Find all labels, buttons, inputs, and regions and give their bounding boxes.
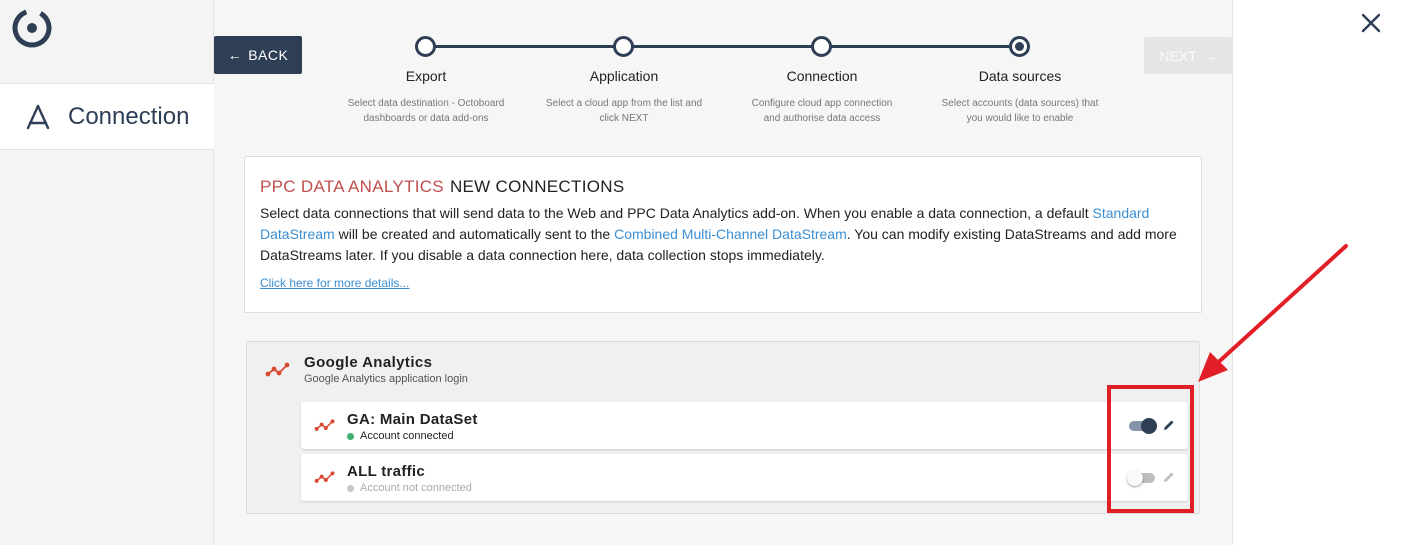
info-title-rest: NEW CONNECTIONS — [449, 177, 625, 196]
step-dot-export[interactable] — [415, 36, 436, 57]
group-subtitle: Google Analytics application login — [304, 373, 468, 385]
arrow-left-icon: ← — [227, 47, 243, 63]
connection-status-text: Account connected — [360, 430, 454, 442]
sidebar-item-connection[interactable]: Connection — [0, 83, 214, 150]
connection-title: GA: Main DataSet — [347, 411, 478, 428]
google-analytics-icon — [314, 471, 335, 483]
annotation-highlight-box — [1107, 385, 1194, 513]
connection-icon — [26, 104, 50, 129]
google-analytics-icon — [314, 419, 335, 431]
sidebar-item-label: Connection — [68, 102, 190, 130]
combined-datastream-link[interactable]: Combined Multi-Channel DataStream — [614, 226, 847, 242]
next-button[interactable]: NEXT → — [1144, 37, 1232, 74]
connection-title: ALL traffic — [347, 463, 426, 480]
octoboard-logo-icon[interactable] — [10, 6, 54, 50]
info-card: PPC DATA ANALYTICS NEW CONNECTIONS Select… — [244, 156, 1202, 313]
connection-status: Account connected — [347, 430, 454, 442]
info-body-part: Select data connections that will send d… — [260, 205, 1093, 221]
status-dot-icon — [347, 432, 354, 440]
annotation-arrow-icon — [1198, 244, 1348, 382]
next-button-label: NEXT — [1159, 47, 1197, 64]
connection-group-google-analytics: Google Analytics Google Analytics applic… — [246, 341, 1200, 514]
list-item: ALL traffic Account not connected — [301, 454, 1188, 501]
step-dot-connection[interactable] — [811, 36, 832, 57]
connection-status-text: Account not connected — [360, 482, 472, 494]
list-item: GA: Main DataSet Account connected — [301, 402, 1188, 449]
group-title: Google Analytics — [304, 354, 433, 371]
info-body: Select data connections that will send d… — [260, 203, 1186, 266]
info-title-brand: PPC DATA ANALYTICS — [260, 177, 444, 196]
connection-status: Account not connected — [347, 482, 472, 494]
sidebar: Connection — [0, 0, 214, 545]
info-title: PPC DATA ANALYTICS NEW CONNECTIONS — [260, 177, 1186, 197]
close-icon[interactable] — [1357, 9, 1385, 37]
google-analytics-icon — [265, 362, 290, 377]
arrow-right-icon: → — [1202, 47, 1217, 64]
step-dot-application[interactable] — [613, 36, 634, 57]
status-dot-icon — [347, 484, 354, 492]
back-button[interactable]: ← BACK — [214, 36, 302, 74]
back-button-label: BACK — [248, 47, 289, 63]
step-dot-data-sources[interactable] — [1009, 36, 1030, 57]
more-details-link[interactable]: Click here for more details... — [260, 276, 409, 290]
info-body-part: will be created and automatically sent t… — [334, 226, 615, 242]
